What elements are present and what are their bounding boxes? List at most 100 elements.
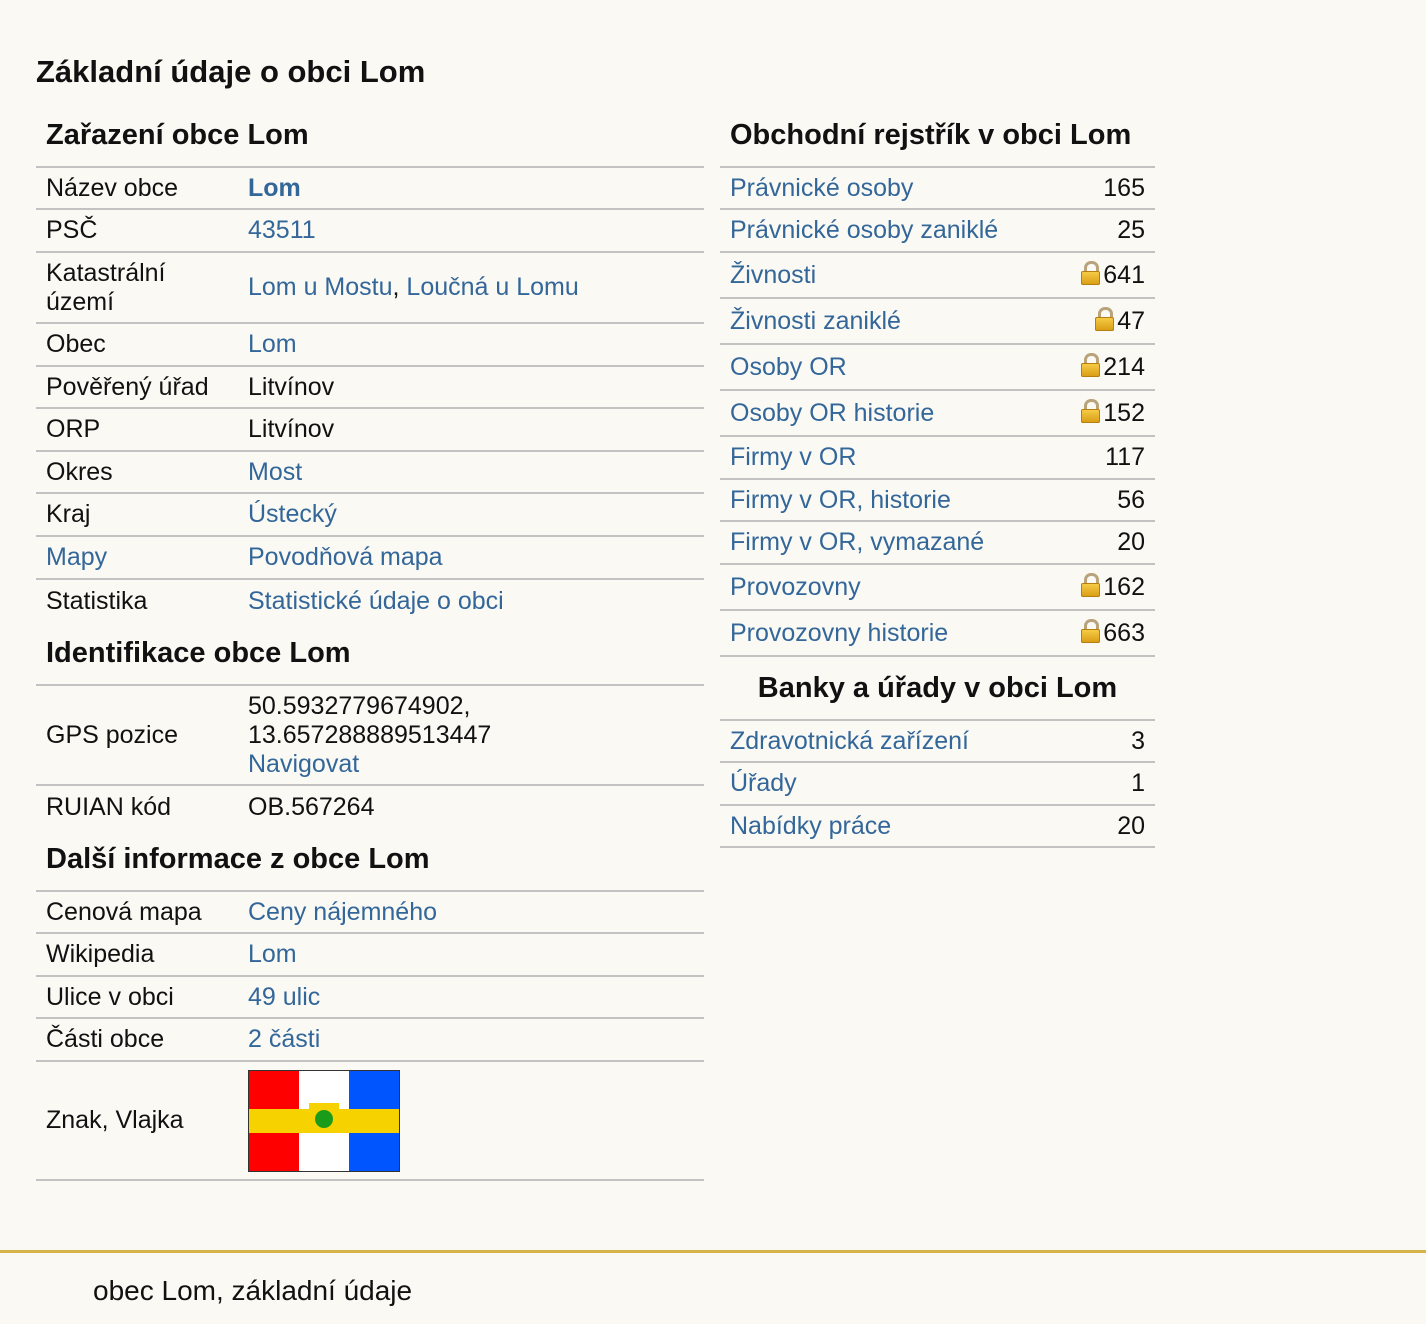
municipality-link[interactable]: Lom — [248, 330, 297, 358]
table-row: Firmy v OR, historie 56 — [720, 478, 1155, 521]
identifikace-table: GPS pozice 50.5932779674902, 13.65728888… — [36, 684, 704, 828]
footer-caption: obec Lom, základní údaje — [93, 1275, 413, 1306]
row-label: Katastrální území — [36, 251, 238, 323]
register-link[interactable]: Firmy v OR, vymazané — [730, 528, 984, 556]
count-value: 1 — [1131, 769, 1145, 797]
row-value: Litvínov — [238, 365, 704, 408]
section-heading-zarazeni: Zařazení obce Lom — [46, 119, 309, 151]
cadastral-area-link[interactable]: Lom u Mostu — [248, 273, 393, 301]
register-link[interactable]: Provozovny historie — [730, 619, 948, 647]
register-link[interactable]: Právnické osoby — [730, 174, 913, 202]
table-row: Části obce 2 části — [36, 1017, 704, 1061]
table-row: Katastrální území Lom u Mostu, Loučná u … — [36, 251, 704, 323]
row-label: Okres — [36, 450, 238, 493]
lock-icon[interactable] — [1081, 618, 1101, 643]
table-row: ORP Litvínov — [36, 407, 704, 451]
row-label: Wikipedia — [36, 932, 238, 976]
lock-icon[interactable] — [1081, 260, 1101, 285]
table-row: Znak, Vlajka — [36, 1060, 704, 1181]
table-row: GPS pozice 50.5932779674902, 13.65728888… — [36, 684, 704, 785]
row-label: Cenová mapa — [36, 890, 238, 933]
wikipedia-link[interactable]: Lom — [248, 940, 297, 968]
lock-icon[interactable] — [1081, 398, 1101, 423]
count-value: 56 — [1117, 485, 1145, 514]
cadastral-area-link[interactable]: Loučná u Lomu — [406, 273, 578, 301]
row-label: Ulice v obci — [36, 975, 238, 1018]
row-label: Pověřený úřad — [36, 365, 238, 408]
footer-divider — [0, 1250, 1426, 1253]
row-label: GPS pozice — [36, 684, 238, 785]
row-value: OB.567264 — [238, 784, 704, 828]
row-label: Obec — [36, 322, 238, 366]
maps-link[interactable]: Mapy — [46, 543, 107, 571]
register-link[interactable]: Živnosti zaniklé — [730, 307, 901, 335]
row-label: Statistika — [36, 578, 238, 622]
dalsi-table: Cenová mapa Ceny nájemného Wikipedia Lom… — [36, 890, 704, 1181]
count-value: 165 — [1103, 173, 1145, 202]
register-link[interactable]: Firmy v OR — [730, 443, 856, 471]
row-label: ORP — [36, 407, 238, 451]
table-row: Osoby OR historie 152 — [720, 389, 1155, 436]
count-cell: 165 — [1057, 166, 1155, 209]
page-title: Základní údaje o obci Lom — [36, 54, 426, 89]
row-label: PSČ — [36, 208, 238, 252]
table-row: Okres Most — [36, 450, 704, 493]
table-row: Pověřený úřad Litvínov — [36, 365, 704, 408]
lock-icon[interactable] — [1095, 306, 1115, 331]
table-row: Živnosti zaniklé 47 — [720, 297, 1155, 344]
table-row: Právnické osoby 165 — [720, 166, 1155, 209]
statistics-link[interactable]: Statistické údaje o obci — [248, 587, 504, 615]
count-cell: 663 — [1057, 609, 1155, 657]
rent-prices-link[interactable]: Ceny nájemného — [248, 898, 437, 926]
register-link[interactable]: Provozovny — [730, 573, 861, 601]
register-link[interactable]: Osoby OR historie — [730, 399, 934, 427]
flood-map-link[interactable]: Povodňová mapa — [248, 543, 443, 571]
count-value: 641 — [1103, 260, 1145, 289]
count-value: 663 — [1103, 618, 1145, 647]
lock-icon[interactable] — [1081, 352, 1101, 377]
table-row: Obec Lom — [36, 322, 704, 366]
section-heading-identifikace: Identifikace obce Lom — [46, 637, 351, 669]
table-row: Firmy v OR, vymazané 20 — [720, 520, 1155, 564]
region-link[interactable]: Ústecký — [248, 500, 337, 528]
table-row: Osoby OR 214 — [720, 343, 1155, 390]
count-cell: 56 — [1057, 478, 1155, 521]
district-link[interactable]: Most — [248, 458, 302, 486]
register-link[interactable]: Právnické osoby zaniklé — [730, 216, 998, 244]
municipality-parts-link[interactable]: 2 části — [248, 1025, 320, 1053]
register-link[interactable]: Nabídky práce — [730, 812, 891, 840]
count-cell: 117 — [1057, 435, 1155, 479]
register-link[interactable]: Úřady — [730, 769, 797, 797]
register-link[interactable]: Osoby OR — [730, 353, 847, 381]
banks-offices-table: Zdravotnická zařízení 3 Úřady 1 Nabídky prác… — [720, 719, 1155, 848]
count-value: 214 — [1103, 352, 1145, 381]
count-value: 25 — [1117, 216, 1145, 244]
right-column: Obchodní rejstřík v obci Lom Právnické o… — [720, 104, 1155, 848]
table-row: PSČ 43511 — [36, 208, 704, 252]
table-row: Kraj Ústecký — [36, 492, 704, 536]
table-row: Statistika Statistické údaje o obci — [36, 578, 704, 622]
count-value: 20 — [1117, 528, 1145, 556]
lock-icon[interactable] — [1081, 572, 1101, 597]
postal-code-link[interactable]: 43511 — [248, 216, 316, 244]
streets-link[interactable]: 49 ulic — [248, 983, 320, 1011]
section-heading-dalsi: Další informace z obce Lom — [46, 843, 430, 875]
municipal-flag-image — [248, 1069, 400, 1172]
register-link[interactable]: Živnosti — [730, 261, 816, 289]
register-link[interactable]: Firmy v OR, historie — [730, 486, 951, 514]
register-link[interactable]: Zdravotnická zařízení — [730, 727, 969, 755]
table-row: Wikipedia Lom — [36, 932, 704, 976]
business-register-table: Právnické osoby 165 Právnické osoby zanikl… — [720, 166, 1155, 657]
row-label: Kraj — [36, 492, 238, 536]
municipality-name-link[interactable]: Lom — [248, 174, 301, 202]
count-cell: 641 — [1057, 251, 1155, 298]
navigate-link[interactable]: Navigovat — [248, 750, 359, 778]
table-row: Název obce Lom — [36, 166, 704, 209]
table-row: Mapy Povodňová mapa — [36, 535, 704, 579]
table-row: Ulice v obci 49 ulic — [36, 975, 704, 1018]
table-row: Nabídky práce 20 — [720, 804, 1155, 848]
gps-longitude: 13.657288889513447 — [248, 720, 492, 749]
section-heading-banky: Banky a úřady v obci Lom — [757, 672, 1118, 704]
flag-graphic — [249, 1070, 399, 1171]
section-heading-obchodni: Obchodní rejstřík v obci Lom — [730, 119, 1132, 151]
